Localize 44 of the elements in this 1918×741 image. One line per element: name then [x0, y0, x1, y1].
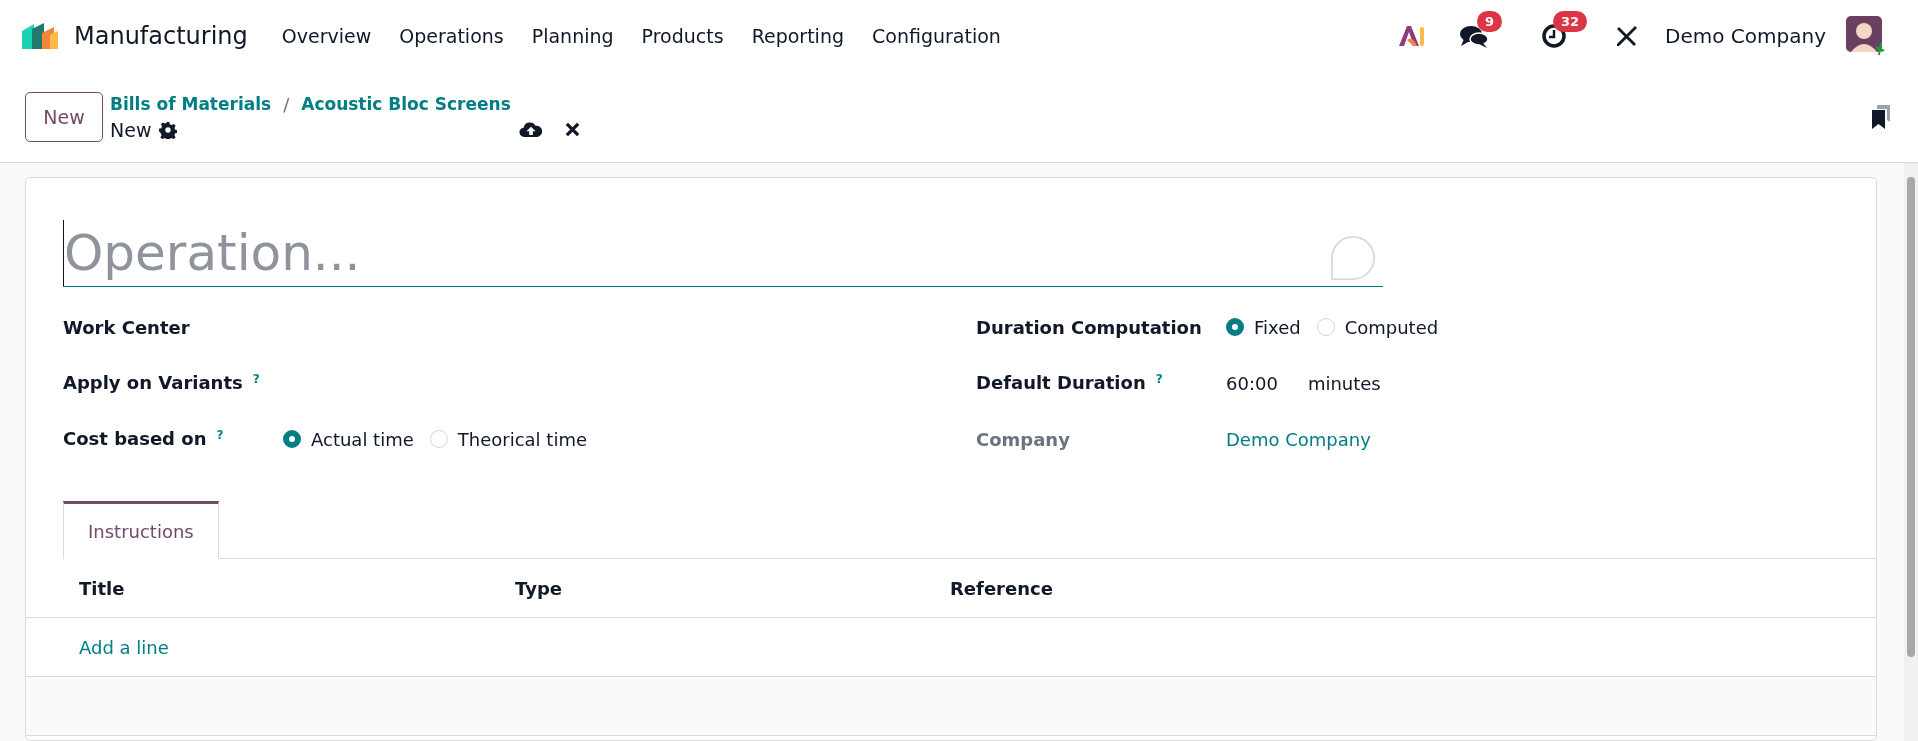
notification-badge: 32: [1553, 11, 1588, 32]
cloud-upload-icon[interactable]: [519, 120, 544, 139]
unit-label: minutes: [1307, 372, 1381, 394]
add-line-link[interactable]: Add a line: [79, 636, 169, 658]
company-link[interactable]: Demo Company: [1226, 428, 1371, 450]
field-label: Duration Computation: [976, 316, 1202, 338]
breadcrumb-separator: /: [283, 93, 290, 115]
help-tooltip[interactable]: ?: [252, 372, 260, 387]
record-name: New: [110, 118, 152, 141]
menu-item[interactable]: Planning: [517, 25, 628, 47]
radio-option[interactable]: Fixed: [1226, 316, 1301, 338]
field-label: Work Center: [63, 316, 190, 338]
menu-item[interactable]: Products: [627, 25, 738, 47]
radio-option[interactable]: Computed: [1316, 316, 1439, 338]
field-label: Cost based on: [63, 428, 207, 450]
notification-badge: 9: [1477, 11, 1503, 32]
app-logo-icon[interactable]: [20, 21, 60, 51]
menu-item[interactable]: Configuration: [858, 25, 1015, 47]
settings-icon[interactable]: [159, 120, 178, 139]
new-button[interactable]: New: [25, 92, 103, 142]
notebook-tab[interactable]: Instructions: [63, 501, 219, 559]
breadcrumb-link[interactable]: Bills of Materials: [110, 94, 272, 114]
user-avatar[interactable]: [1846, 16, 1886, 56]
scrollbar[interactable]: [1904, 163, 1918, 741]
duration-field[interactable]: 60:00: [1226, 372, 1278, 394]
menu-item[interactable]: Operations: [385, 25, 518, 47]
operation-name-field[interactable]: Operation...: [63, 220, 1329, 286]
help-tooltip[interactable]: ?: [216, 428, 224, 443]
radio-option[interactable]: Actual time: [283, 428, 414, 450]
field-label: Company: [976, 428, 1070, 450]
field-label: Default Duration: [976, 372, 1146, 394]
column-header[interactable]: Title: [79, 577, 515, 599]
help-tooltip[interactable]: ?: [1155, 372, 1163, 387]
company-switcher[interactable]: Demo Company: [1665, 24, 1826, 48]
field-label: Apply on Variants: [63, 372, 243, 394]
radio-option[interactable]: Theorical time: [429, 428, 587, 450]
app-name[interactable]: Manufacturing: [74, 22, 248, 50]
column-header[interactable]: Type: [515, 577, 950, 599]
discard-icon[interactable]: [565, 122, 581, 137]
breadcrumb-link[interactable]: Acoustic Bloc Screens: [301, 94, 511, 114]
menu-item[interactable]: Reporting: [737, 25, 858, 47]
menu-item[interactable]: Overview: [267, 25, 386, 47]
column-header[interactable]: Reference: [950, 577, 1053, 599]
bookmark-icon[interactable]: [1870, 104, 1892, 130]
